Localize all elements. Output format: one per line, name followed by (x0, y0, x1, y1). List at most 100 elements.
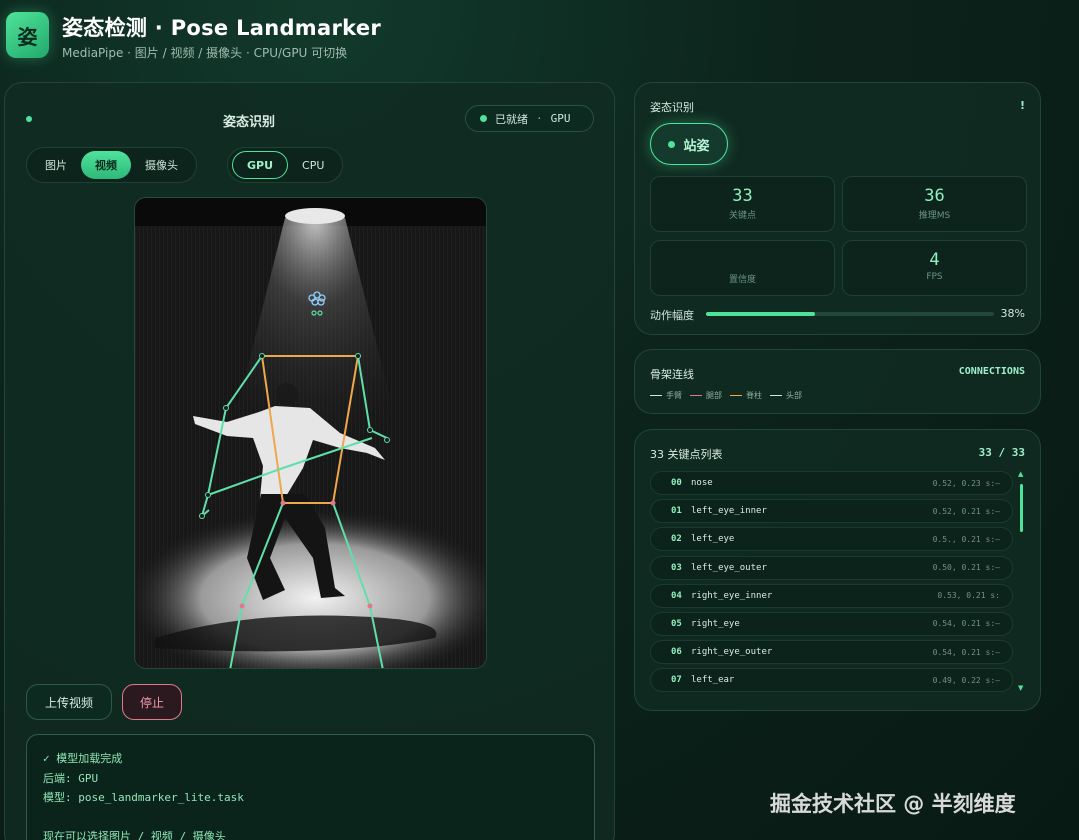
status-label: 已就绪 (495, 112, 528, 126)
stat-confidence-label: 置信度 (728, 275, 756, 285)
watermark: 掘金技术社区 @ 半刻维度 (770, 792, 1016, 816)
scrollbar-thumb[interactable] (1020, 484, 1023, 532)
keypoint-marker (330, 500, 336, 506)
legend-spine-swatch (730, 394, 742, 397)
status-badge: 已就绪 · GPU (465, 105, 594, 132)
keypoint-marker (384, 437, 390, 443)
keypoint-name: right_eye_outer (691, 647, 773, 658)
keypoint-list[interactable]: 00 nose 0.52, 0.23 s:— 01 left_eye_inner… (650, 471, 1013, 697)
list-item[interactable]: 06 right_eye_outer 0.54, 0.21 s:— (650, 640, 1013, 665)
list-item[interactable]: 03 left_eye_outer 0.50, 0.21 s:— (650, 555, 1013, 580)
keypoint-marker (199, 513, 205, 519)
log-line-backend: 后端: GPU (43, 769, 578, 789)
scroll-down-icon[interactable]: ▼ (1018, 684, 1023, 692)
stat-confidence-value (651, 250, 834, 270)
panel-indicator-dot (26, 116, 32, 122)
keypoint-marker (367, 603, 373, 609)
list-item[interactable]: 02 left_eye 0.5., 0.21 s:— (650, 527, 1013, 552)
app-title: 姿态检测 · Pose Landmarker (62, 16, 382, 40)
list-item[interactable]: 04 right_eye_inner 0.53, 0.21 s: (650, 583, 1013, 608)
keypoint-coord: 0.49, 0.22 s:— (932, 675, 1000, 685)
status-backend: GPU (550, 112, 571, 125)
keypoint-coord: 0.54, 0.21 s:— (932, 619, 1000, 629)
keypoint-index: 03 (671, 562, 682, 573)
log-console: ✓ 模型加载完成 后端: GPU 模型: pose_landmarker_lit… (26, 734, 595, 840)
recognition-alert-icon: ! (1019, 99, 1025, 112)
stat-fps-label: FPS (926, 272, 943, 282)
keypoint-coord: 0.50, 0.21 s:— (932, 563, 1000, 573)
keypoint-list-title: 33 关键点列表 (650, 448, 723, 461)
stat-keypoints: 33 关键点 (650, 176, 835, 232)
keypoint-name: right_eye_inner (691, 590, 773, 601)
legend-head-swatch (770, 394, 782, 397)
tab-image[interactable]: 图片 (31, 151, 81, 179)
legend-head-label: 头部 (786, 391, 802, 400)
keypoint-marker (239, 603, 245, 609)
list-item[interactable]: 07 left_ear 0.49, 0.22 s:— (650, 668, 1013, 693)
keypoint-name: left_eye (691, 534, 735, 545)
log-line-model: 模型: pose_landmarker_lite.task (43, 788, 578, 808)
video-preview[interactable] (134, 197, 487, 669)
log-model-key: 模型: (43, 791, 72, 804)
stat-fps: 4 FPS (842, 240, 1027, 296)
list-item[interactable]: 01 left_eye_inner 0.52, 0.21 s:— (650, 499, 1013, 524)
skeleton-connections-label: CONNECTIONS (958, 366, 1025, 377)
pose-dot-icon (668, 140, 676, 148)
keypoint-marker (367, 427, 373, 433)
keypoint-index: 05 (671, 618, 682, 629)
scroll-up-icon[interactable]: ▲ (1018, 470, 1023, 478)
amplitude-bar-fill (706, 312, 816, 316)
legend-arm-label: 手臂 (666, 391, 682, 400)
status-dot-icon (480, 115, 487, 122)
keypoint-index: 00 (671, 478, 682, 488)
stat-fps-value: 4 (929, 250, 940, 270)
legend-head: 头部 (770, 390, 802, 401)
keypoint-marker (259, 353, 265, 359)
pose-result-label: 站姿 (683, 138, 710, 154)
stat-inference-value: 36 (924, 186, 945, 206)
upload-video-button[interactable]: 上传视频 (26, 684, 112, 720)
list-item[interactable]: 00 nose 0.52, 0.23 s:— (650, 471, 1013, 495)
stat-inference-label: 推理MS (918, 211, 951, 221)
tab-video[interactable]: 视频 (81, 151, 131, 179)
legend-leg-label: 腿部 (706, 391, 722, 400)
list-scrollbar[interactable]: ▲ ▼ (1018, 470, 1023, 692)
keypoint-index: 06 (671, 647, 682, 658)
log-model-value: pose_landmarker_lite.task (78, 791, 244, 804)
log-line-ready: 现在可以选择图片 / 视频 / 摄像头 (43, 830, 226, 840)
legend-arm: 手臂 (650, 390, 682, 401)
keypoint-index: 04 (671, 590, 682, 601)
keypoint-coord: 0.53, 0.21 s: (937, 591, 1000, 601)
keypoint-marker (205, 492, 211, 498)
tab-gpu[interactable]: GPU (232, 151, 289, 179)
backend-selector: GPU CPU (227, 147, 344, 183)
detection-panel: 姿态识别 已就绪 · GPU 图片 视频 摄像头 GPU CPU 上传视频 停止… (4, 82, 615, 840)
keypoint-marker (280, 500, 286, 506)
pose-overlay-canvas (135, 198, 486, 668)
legend-spine: 脊柱 (730, 390, 762, 401)
app-logo-icon: 姿 (6, 12, 49, 58)
panel-title: 姿态识别 (223, 115, 276, 130)
amplitude-value: 38% (1000, 307, 1025, 320)
keypoint-coord: 0.52, 0.21 s:— (932, 506, 1000, 516)
keypoint-list-card: 33 关键点列表 33 / 33 00 nose 0.52, 0.23 s:— … (634, 429, 1041, 711)
stat-inference-ms: 36 推理MS (842, 176, 1027, 232)
log-line-loaded: ✓ 模型加载完成 (43, 752, 123, 765)
stat-keypoints-value: 33 (732, 186, 753, 206)
spotlight-lamp (285, 208, 345, 224)
list-item[interactable]: 05 right_eye 0.54, 0.21 s:— (650, 611, 1013, 636)
keypoint-index: 02 (671, 534, 682, 545)
amplitude-bar (706, 312, 994, 316)
tab-camera[interactable]: 摄像头 (131, 151, 192, 179)
keypoint-index: 01 (671, 506, 682, 517)
keypoint-count: 33 / 33 (978, 446, 1025, 459)
keypoint-name: left_eye_outer (691, 562, 767, 573)
log-backend-value: GPU (78, 771, 99, 785)
tab-cpu[interactable]: CPU (288, 151, 338, 179)
legend-leg-swatch (690, 394, 702, 397)
keypoint-marker (355, 353, 361, 359)
recognition-card: 姿态识别 ! 站姿 33 关键点 36 推理MS 置信度 4 FPS 动作幅度 … (634, 82, 1041, 335)
amplitude-label: 动作幅度 (650, 309, 694, 322)
pose-result-badge: 站姿 (650, 123, 728, 165)
stop-button[interactable]: 停止 (122, 684, 182, 720)
